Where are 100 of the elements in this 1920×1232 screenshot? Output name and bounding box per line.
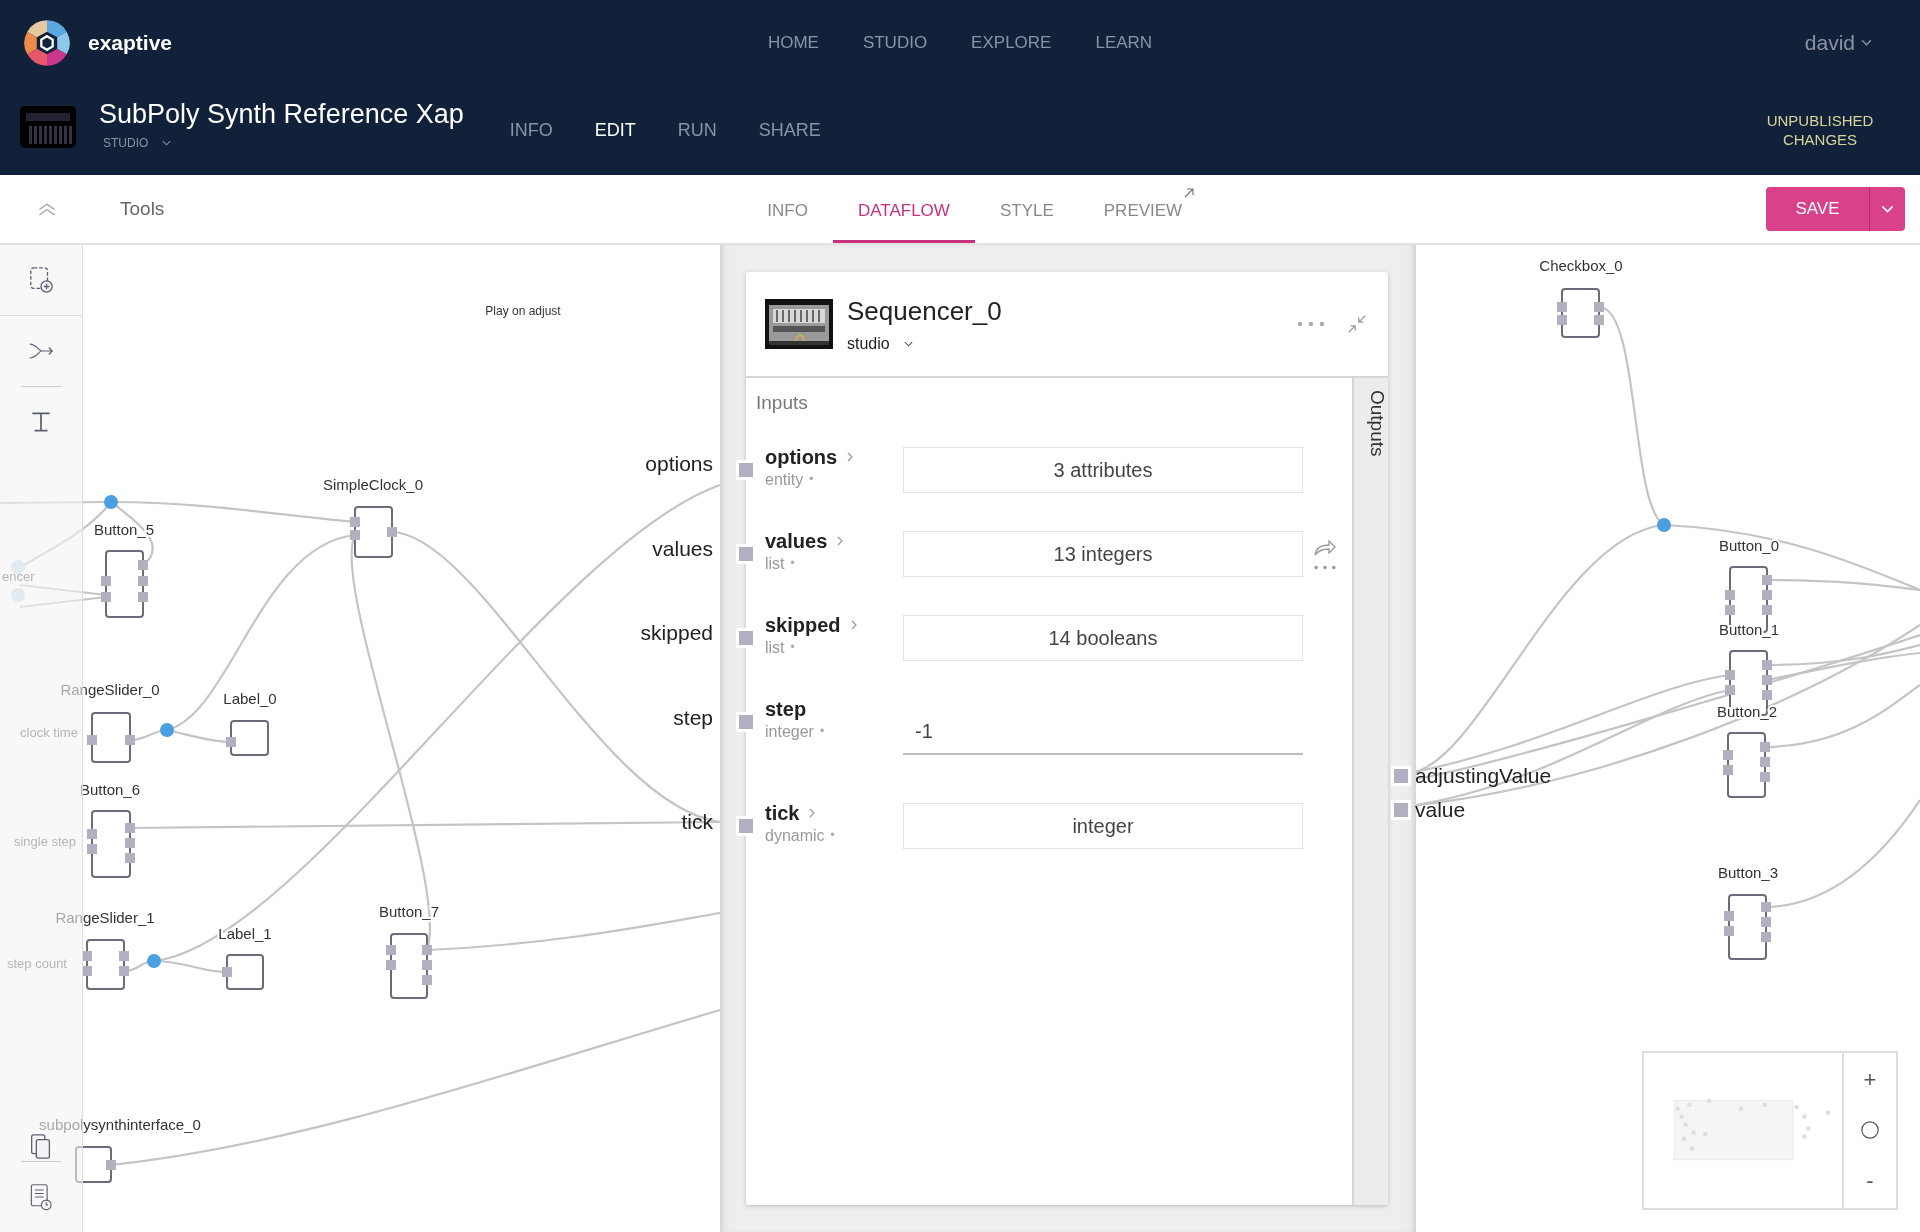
chevron-icon[interactable] xyxy=(850,620,857,630)
port-label: values xyxy=(652,537,713,560)
output-port[interactable] xyxy=(1391,766,1411,786)
input-type: list xyxy=(765,638,785,657)
node-label: Button_5 xyxy=(93,521,155,538)
component-title: Sequencer_0 xyxy=(847,295,1002,327)
minimize-icon[interactable] xyxy=(1346,313,1368,335)
node-label: RangeSlider_1 xyxy=(55,909,155,926)
input-port[interactable] xyxy=(736,460,756,480)
component-node[interactable] xyxy=(226,720,269,756)
port-label: value xyxy=(1415,798,1466,822)
chevron-icon[interactable] xyxy=(847,452,854,462)
input-port[interactable] xyxy=(736,544,756,564)
value-box[interactable]: 13 integers xyxy=(903,531,1303,577)
component-node[interactable] xyxy=(75,1146,116,1183)
nav-link[interactable]: HOME xyxy=(767,32,819,53)
value-box[interactable]: integer xyxy=(903,803,1303,849)
brand-name: exaptive xyxy=(88,30,173,55)
workspace-menu[interactable]: studio xyxy=(847,334,1002,353)
input-type: list xyxy=(765,554,785,573)
port-label: options xyxy=(645,452,713,475)
component-node[interactable] xyxy=(82,939,129,990)
component-node[interactable] xyxy=(386,933,432,999)
view-tab[interactable]: STYLE xyxy=(974,175,1079,243)
external-link-icon xyxy=(1183,187,1196,199)
node-label: Button_3 xyxy=(1717,864,1779,881)
save-options-button[interactable] xyxy=(1869,187,1905,231)
project-tab[interactable]: INFO xyxy=(509,119,553,141)
add-component-icon[interactable] xyxy=(28,266,54,294)
node-label: Label_0 xyxy=(223,690,277,707)
project-tab[interactable]: SHARE xyxy=(758,119,821,141)
project-tab[interactable]: RUN xyxy=(677,119,717,141)
logo-icon xyxy=(22,17,72,68)
section-label: Inputs xyxy=(756,392,809,414)
junction-dot[interactable] xyxy=(147,954,161,968)
required-mark: • xyxy=(819,723,825,738)
faded-label: encer xyxy=(2,569,35,584)
value-box[interactable]: 3 attributes xyxy=(903,447,1303,493)
view-tab[interactable]: INFO xyxy=(742,175,833,243)
nav-link[interactable]: EXPLORE xyxy=(971,32,1052,53)
node-label: Button_0 xyxy=(1718,537,1780,554)
required-mark: • xyxy=(830,827,835,842)
value-box[interactable]: 14 booleans xyxy=(903,615,1303,661)
node-label: RangeSlider_0 xyxy=(60,681,160,698)
required-mark: • xyxy=(790,555,795,570)
node-label: Label_1 xyxy=(218,925,272,942)
output-port[interactable] xyxy=(1391,800,1411,820)
junction-dot[interactable] xyxy=(1657,518,1671,532)
junction-dot[interactable] xyxy=(160,723,174,737)
component-node[interactable] xyxy=(222,954,264,990)
collapse-icon[interactable] xyxy=(37,202,57,216)
input-name: step xyxy=(765,697,807,721)
faded-label: single step xyxy=(13,834,77,849)
zoom-out-button[interactable]: - xyxy=(1860,1168,1880,1195)
component-node[interactable] xyxy=(101,550,148,618)
input-type: integer xyxy=(765,722,814,741)
canvas-note: Play on adjust xyxy=(485,304,561,318)
project-tab[interactable]: EDIT xyxy=(594,119,636,141)
publish-status: UNPUBLISHED CHANGES xyxy=(1765,111,1875,149)
junction-dot[interactable] xyxy=(104,495,118,509)
chevron-icon[interactable] xyxy=(809,808,816,818)
junction-dot[interactable] xyxy=(11,560,25,574)
node-label: Checkbox_0 xyxy=(1539,257,1623,274)
more-icon[interactable] xyxy=(1296,321,1326,327)
node-label: SimpleClock_0 xyxy=(323,476,423,493)
port-label: tick xyxy=(681,810,713,833)
caret-icon xyxy=(903,340,913,347)
input-name: options xyxy=(765,445,838,469)
required-mark: • xyxy=(790,639,795,654)
chevron-icon[interactable] xyxy=(837,536,844,546)
zoom-in-button[interactable]: + xyxy=(1857,1066,1883,1093)
reset-zoom-icon[interactable] xyxy=(1860,1120,1880,1141)
nav-link[interactable]: LEARN xyxy=(1095,32,1153,53)
keyboard-icon xyxy=(20,106,76,148)
project-title: SubPoly Synth Reference Xap xyxy=(99,98,464,130)
input-type: entity xyxy=(765,470,804,489)
workspace-menu[interactable]: STUDIO xyxy=(103,135,464,150)
input-field[interactable]: -1 xyxy=(903,709,1303,755)
required-mark: • xyxy=(809,471,814,486)
component-node[interactable] xyxy=(350,506,397,558)
faded-label: clock time xyxy=(20,725,78,740)
input-port[interactable] xyxy=(736,628,756,648)
input-type: dynamic xyxy=(765,826,825,845)
port-label: skipped xyxy=(640,621,713,644)
user-menu[interactable]: david xyxy=(1804,30,1872,55)
view-tab[interactable]: PREVIEW xyxy=(1078,175,1208,243)
minimap[interactable]: + - xyxy=(1642,1051,1898,1210)
input-port[interactable] xyxy=(736,816,756,836)
share-icon[interactable] xyxy=(1313,538,1337,557)
caret-icon xyxy=(1881,205,1894,213)
caret-icon xyxy=(162,139,172,146)
save-button[interactable]: SAVE xyxy=(1766,187,1869,231)
input-port[interactable] xyxy=(736,712,756,732)
tools-label: Tools xyxy=(120,198,165,220)
more-icon[interactable] xyxy=(1313,564,1337,570)
nav-link[interactable]: STUDIO xyxy=(862,32,928,53)
history-icon[interactable] xyxy=(28,1183,54,1211)
input-name: tick xyxy=(765,801,800,825)
node-label: Button_7 xyxy=(378,903,440,920)
outputs-tab[interactable]: Outputs xyxy=(1352,378,1388,1205)
